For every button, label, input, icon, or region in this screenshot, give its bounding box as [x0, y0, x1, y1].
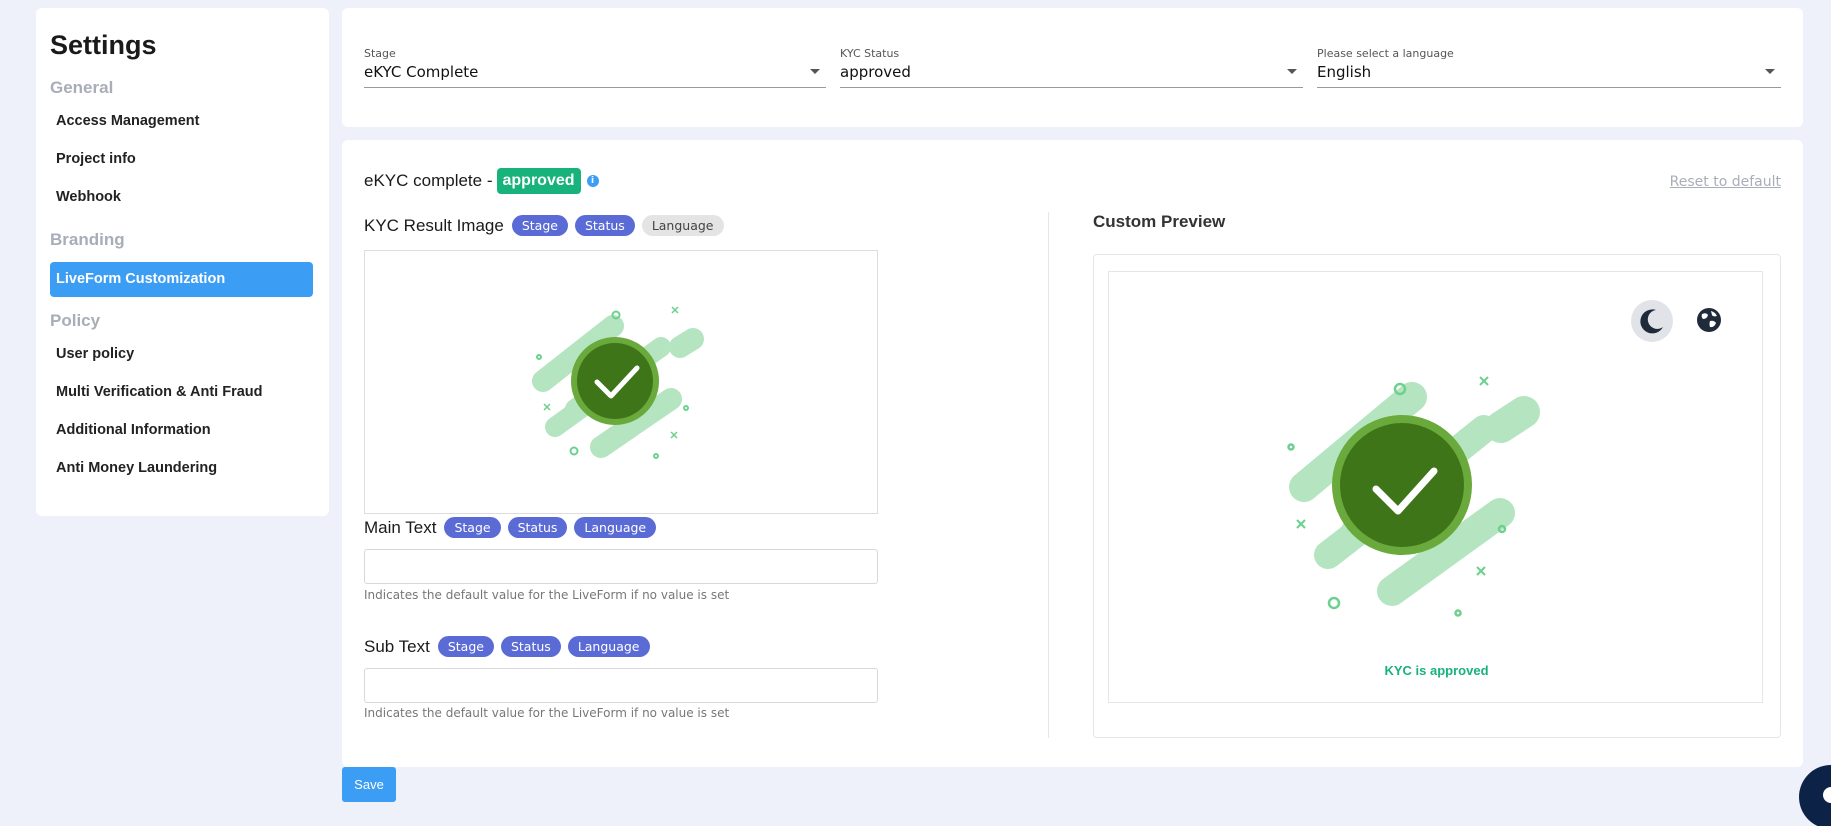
stage-select[interactable]: Stage eKYC Complete [364, 38, 826, 88]
kyc-status-select-value: approved [840, 63, 911, 81]
column-divider [1048, 212, 1049, 738]
section-policy: Policy [50, 311, 101, 330]
chip-status: Status [507, 517, 568, 538]
main-text-input[interactable] [364, 549, 878, 584]
chip-status: Status [500, 636, 561, 657]
result-image-title: KYC Result Image [364, 215, 504, 235]
kyc-status-select[interactable]: KYC Status approved [840, 38, 1303, 88]
sidebar-item-anti-money-laundering[interactable]: Anti Money Laundering [50, 449, 313, 487]
main-text-title: Main Text [364, 517, 437, 537]
language-select-label: Please select a language [1317, 47, 1454, 60]
sidebar-title: Settings [50, 30, 157, 60]
stage-select-label: Stage [364, 47, 396, 60]
info-icon[interactable]: i [586, 175, 599, 187]
check-illustration [1287, 376, 1540, 617]
filter-panel: Stage eKYC Complete KYC Status approved … [342, 8, 1803, 127]
sub-text-hint: Indicates the default value for the Live… [364, 706, 730, 720]
kyc-status-select-label: KYC Status [840, 47, 900, 60]
chip-language: Language [641, 215, 724, 236]
caret-down-icon [810, 69, 820, 74]
sub-text-title: Sub Text [364, 636, 430, 656]
chip-status: Status [574, 215, 635, 236]
preview-caption: KYC is approved [1384, 663, 1489, 678]
main-text-title-row: Main Text Stage Status Language [364, 517, 663, 538]
sidebar-item-additional-information[interactable]: Additional Information [50, 411, 313, 449]
section-branding: Branding [50, 230, 125, 249]
panel-header-text: eKYC complete - [364, 171, 493, 190]
moon-icon[interactable] [1631, 300, 1673, 342]
sidebar-item-user-policy[interactable]: User policy [50, 335, 313, 373]
section-general: General [50, 78, 114, 97]
customization-panel: eKYC complete - approved i Reset to defa… [342, 140, 1803, 767]
sidebar-item-access-management[interactable]: Access Management [50, 102, 313, 140]
sidebar-item-webhook[interactable]: Webhook [50, 178, 313, 216]
caret-down-icon [1287, 69, 1297, 74]
chip-language: Language [574, 517, 657, 538]
check-illustration [532, 306, 704, 459]
main-text-hint: Indicates the default value for the Live… [364, 588, 730, 602]
save-button[interactable]: Save [342, 767, 396, 802]
chip-stage: Stage [444, 517, 501, 538]
result-image-title-row: KYC Result Image Stage Status Language [364, 215, 731, 236]
status-badge: approved [496, 168, 581, 194]
language-select[interactable]: Please select a language English [1317, 38, 1781, 88]
sidebar-item-multi-verification[interactable]: Multi Verification & Anti Fraud [50, 373, 313, 411]
chat-bubble-icon [1823, 787, 1831, 803]
settings-sidebar: Settings General Access Management Proje… [36, 8, 329, 516]
preview-title: Custom Preview [1093, 212, 1226, 231]
reset-to-default-link[interactable]: Reset to default [1670, 174, 1781, 190]
chip-stage: Stage [511, 215, 568, 236]
globe-icon[interactable] [1695, 306, 1723, 334]
chip-language: Language [567, 636, 650, 657]
language-select-value: English [1317, 63, 1372, 81]
sub-text-input[interactable] [364, 668, 878, 703]
sidebar-item-project-info[interactable]: Project info [50, 140, 313, 178]
preview-screen: KYC is approved [1108, 271, 1763, 703]
caret-down-icon [1765, 69, 1775, 74]
sidebar-item-liveform-customization[interactable]: LiveForm Customization [50, 262, 313, 297]
result-image-upload[interactable] [364, 250, 878, 514]
panel-header: eKYC complete - approved i [364, 168, 599, 194]
chat-launcher-icon[interactable] [1799, 765, 1831, 826]
preview-frame: KYC is approved [1093, 254, 1781, 738]
chip-stage: Stage [437, 636, 494, 657]
stage-select-value: eKYC Complete [364, 63, 479, 81]
sub-text-title-row: Sub Text Stage Status Language [364, 636, 657, 657]
